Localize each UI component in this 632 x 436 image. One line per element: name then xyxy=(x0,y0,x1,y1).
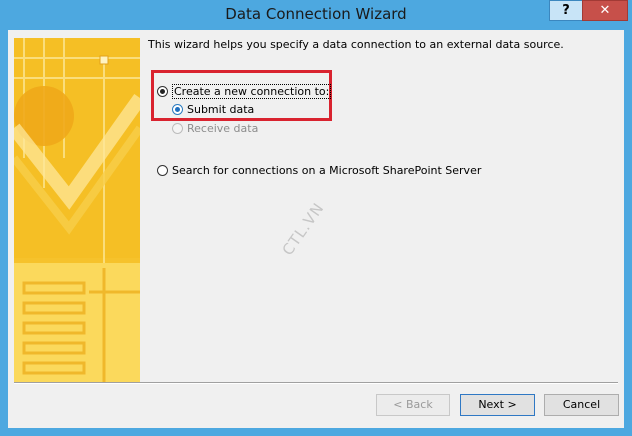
create-new-connection-radio[interactable] xyxy=(157,86,168,97)
search-sharepoint-label: Search for connections on a Microsoft Sh… xyxy=(172,164,482,177)
create-new-connection-label: Create a new connection to: xyxy=(172,84,332,99)
submit-data-label: Submit data xyxy=(187,103,255,116)
search-sharepoint-option[interactable]: Search for connections on a Microsoft Sh… xyxy=(157,164,481,177)
wizard-banner-image xyxy=(14,38,140,382)
close-button[interactable]: ✕ xyxy=(582,0,628,21)
back-button[interactable]: < Back xyxy=(376,394,450,416)
dialog-body: This wizard helps you specify a data con… xyxy=(8,30,624,428)
cancel-button[interactable]: Cancel xyxy=(544,394,619,416)
dialog-window: Data Connection Wizard ? ✕ This wizard h… xyxy=(0,0,632,436)
receive-data-option[interactable]: Receive data xyxy=(172,122,258,135)
help-button[interactable]: ? xyxy=(549,0,583,21)
button-separator xyxy=(14,382,618,384)
submit-data-option[interactable]: Submit data xyxy=(172,103,254,116)
submit-data-radio[interactable] xyxy=(172,104,183,115)
receive-data-radio[interactable] xyxy=(172,123,183,134)
window-title: Data Connection Wizard xyxy=(225,5,407,23)
intro-text: This wizard helps you specify a data con… xyxy=(148,38,564,51)
receive-data-label: Receive data xyxy=(187,122,259,135)
next-button[interactable]: Next > xyxy=(460,394,535,416)
title-bar[interactable]: Data Connection Wizard ? ✕ xyxy=(0,0,632,30)
search-sharepoint-radio[interactable] xyxy=(157,165,168,176)
watermark-text: CTL.VN xyxy=(278,199,328,259)
create-new-connection-option[interactable]: Create a new connection to: xyxy=(157,84,332,99)
